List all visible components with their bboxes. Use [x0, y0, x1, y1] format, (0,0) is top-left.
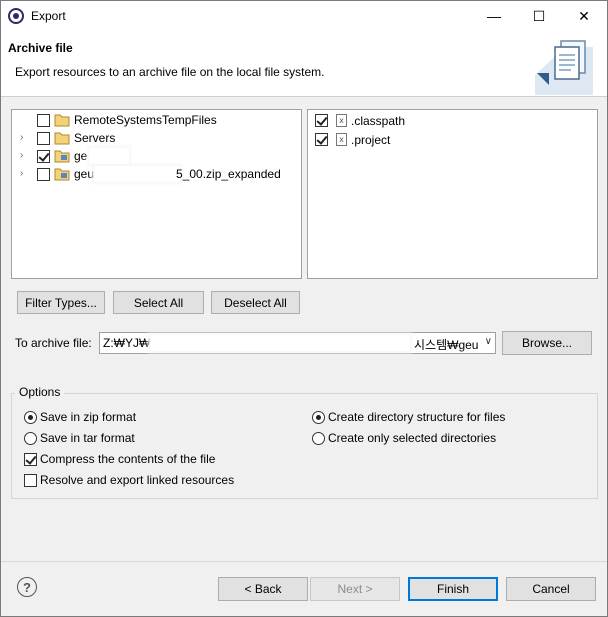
wizard-banner: Archive file Export resources to an arch…	[1, 31, 607, 97]
tree-item-checkbox[interactable]	[37, 114, 50, 127]
next-button[interactable]: Next >	[310, 577, 400, 601]
redacted-text	[89, 148, 129, 164]
compress-label[interactable]: Compress the contents of the file	[40, 452, 215, 466]
tree-item-checkbox[interactable]	[37, 132, 50, 145]
close-button[interactable]: ✕	[561, 1, 607, 31]
help-icon[interactable]: ?	[17, 577, 37, 597]
project-folder-icon	[54, 168, 70, 181]
file-item-project[interactable]: x .project	[308, 131, 598, 149]
filter-types-button[interactable]: Filter Types...	[17, 291, 105, 314]
chevron-right-icon[interactable]: ›	[20, 150, 30, 162]
tree-item-label: ge	[74, 149, 88, 163]
save-tar-radio[interactable]	[24, 432, 37, 445]
file-item-checkbox[interactable]	[315, 114, 328, 127]
export-dialog: Export — ☐ ✕ Archive file Export resourc…	[0, 0, 608, 617]
minimize-button[interactable]: —	[471, 1, 517, 31]
file-icon: x	[336, 133, 347, 146]
title-bar: Export — ☐ ✕	[1, 1, 607, 31]
tree-item-label-end: 5_00.zip_expanded	[176, 167, 281, 181]
export-wizard-icon	[535, 40, 593, 95]
create-structure-label[interactable]: Create directory structure for files	[328, 410, 505, 424]
window-title: Export	[31, 9, 66, 23]
file-item-checkbox[interactable]	[315, 133, 328, 146]
footer-separator	[1, 561, 607, 562]
tree-item-label: Servers	[74, 131, 116, 145]
create-selected-radio[interactable]	[312, 432, 325, 445]
archive-file-combo[interactable]: Z:₩YJ₩? 시스템₩geu ∨	[99, 332, 496, 354]
redacted-text	[150, 335, 410, 351]
file-item-label: .project	[351, 133, 391, 147]
file-list[interactable]: x .classpath x .project	[307, 109, 598, 279]
file-item-label: .classpath	[351, 114, 406, 128]
folder-icon	[54, 132, 70, 145]
create-structure-radio[interactable]	[312, 411, 325, 424]
page-description: Export resources to an archive file on t…	[15, 65, 325, 79]
tree-item-project[interactable]: › ge	[12, 147, 302, 165]
chevron-right-icon[interactable]: ›	[20, 168, 30, 180]
create-selected-label[interactable]: Create only selected directories	[328, 431, 496, 445]
tree-item-servers[interactable]: › Servers	[12, 129, 302, 147]
page-title: Archive file	[8, 41, 73, 55]
tree-item-zip-expanded[interactable]: › geu 5_00.zip_expanded	[12, 165, 302, 183]
save-tar-label[interactable]: Save in tar format	[40, 431, 135, 445]
tree-item-remote-systems[interactable]: RemoteSystemsTempFiles	[12, 111, 302, 129]
file-item-classpath[interactable]: x .classpath	[308, 112, 598, 130]
tree-item-label-start: geu	[74, 167, 95, 181]
tree-item-checkbox[interactable]	[37, 168, 50, 181]
file-icon: x	[336, 114, 347, 127]
chevron-down-icon[interactable]: ∨	[485, 336, 492, 347]
eclipse-app-icon	[8, 8, 24, 24]
archive-path-start: Z:₩YJ₩?	[103, 336, 157, 350]
redacted-text	[94, 166, 180, 182]
cancel-button[interactable]: Cancel	[506, 577, 596, 601]
project-folder-icon	[54, 150, 70, 163]
resource-tree[interactable]: RemoteSystemsTempFiles › Servers › ge ›	[11, 109, 302, 279]
save-zip-radio[interactable]	[24, 411, 37, 424]
resolve-links-checkbox[interactable]	[24, 474, 37, 487]
archive-path-end: 시스템₩geu	[414, 338, 479, 352]
archive-file-label: To archive file:	[15, 336, 92, 350]
tree-item-checkbox[interactable]	[37, 150, 50, 163]
compress-checkbox[interactable]	[24, 453, 37, 466]
maximize-button[interactable]: ☐	[516, 1, 562, 31]
browse-button[interactable]: Browse...	[502, 331, 592, 355]
back-button[interactable]: < Back	[218, 577, 308, 601]
finish-button[interactable]: Finish	[408, 577, 498, 601]
save-zip-label[interactable]: Save in zip format	[40, 410, 136, 424]
tree-item-label: RemoteSystemsTempFiles	[74, 113, 217, 127]
resolve-links-label[interactable]: Resolve and export linked resources	[40, 473, 234, 487]
folder-icon	[54, 114, 70, 127]
deselect-all-button[interactable]: Deselect All	[211, 291, 300, 314]
chevron-right-icon[interactable]: ›	[20, 132, 30, 144]
select-all-button[interactable]: Select All	[113, 291, 204, 314]
options-legend: Options	[15, 385, 65, 399]
